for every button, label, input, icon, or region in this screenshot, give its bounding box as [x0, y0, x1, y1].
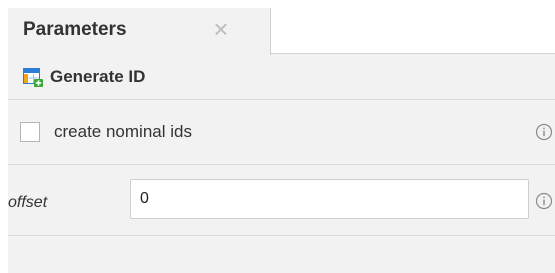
- offset-label: offset: [8, 194, 48, 211]
- create-nominal-ids-label: create nominal ids: [54, 122, 192, 141]
- info-icon[interactable]: [535, 192, 553, 210]
- info-icon[interactable]: [535, 123, 553, 141]
- generate-id-icon: [23, 68, 43, 87]
- tab-strip: Parameters ×: [8, 0, 555, 55]
- tab-parameters[interactable]: Parameters ×: [8, 8, 271, 55]
- create-nominal-ids-checkbox[interactable]: [20, 122, 40, 142]
- tab-label: Parameters: [23, 19, 127, 40]
- operator-header: Generate ID: [8, 55, 555, 99]
- param-row-create-nominal-ids: create nominal ids: [8, 100, 555, 164]
- offset-field[interactable]: [130, 179, 529, 219]
- close-icon[interactable]: ×: [206, 14, 236, 44]
- param-row-offset: offset: [8, 165, 555, 235]
- parameters-panel: Parameters × Generate ID create nominal …: [8, 0, 555, 273]
- operator-title: Generate ID: [50, 67, 146, 86]
- row-divider: [8, 235, 555, 236]
- tab-strip-divider: [271, 53, 555, 54]
